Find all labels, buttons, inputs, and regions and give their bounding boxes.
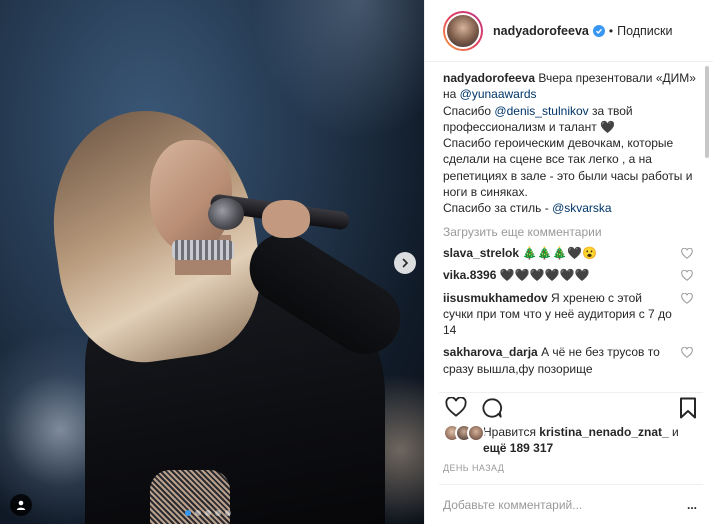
avatar[interactable] xyxy=(443,10,483,51)
post-header: nadyadorofeeva • Подписки xyxy=(425,0,713,62)
verified-badge-icon xyxy=(592,24,605,37)
comment-text: 🎄🎄🎄🖤😮 xyxy=(522,245,598,260)
likes-text: Нравится kristina_nenado_znat_ и ещё 189… xyxy=(483,424,699,456)
carousel-dot xyxy=(205,510,211,516)
carousel-dot xyxy=(195,510,201,516)
chevron-right-icon xyxy=(402,258,409,268)
heart-icon[interactable] xyxy=(445,397,467,417)
comment-username[interactable]: sakharova_darja xyxy=(443,345,538,359)
list-item: iisusmukhamedov Я хренею с этой сучки пр… xyxy=(443,290,699,339)
heart-icon[interactable] xyxy=(681,292,693,304)
microphone-head xyxy=(208,198,244,230)
likes-count-link[interactable]: ещё 189 317 xyxy=(483,441,553,455)
bookmark-icon[interactable] xyxy=(679,397,697,419)
post-photo[interactable] xyxy=(0,0,424,524)
comment-username[interactable]: iisusmukhamedov xyxy=(443,291,548,305)
heart-icon[interactable] xyxy=(681,270,693,282)
post-sidebar: nadyadorofeeva • Подписки nadyadorofeeva… xyxy=(424,0,713,524)
next-photo-button[interactable] xyxy=(394,252,416,274)
likes-prefix: Нравится xyxy=(483,425,536,439)
add-comment-bar: ... xyxy=(439,484,703,524)
comment-username[interactable]: vika.8396 xyxy=(443,268,496,282)
more-options-button[interactable]: ... xyxy=(687,498,703,512)
carousel-dot xyxy=(215,510,221,516)
stage-light xyxy=(250,0,424,140)
comments-list: nadyadorofeeva Вчера презентовали «ДИМ» … xyxy=(443,70,699,388)
post-caption: nadyadorofeeva Вчера презентовали «ДИМ» … xyxy=(443,70,699,217)
caption-mention[interactable]: @skvarska xyxy=(552,201,612,215)
header-separator: • xyxy=(608,23,614,38)
header-username[interactable]: nadyadorofeeva xyxy=(493,24,589,38)
likes-user-link[interactable]: kristina_nenado_znat_ xyxy=(539,425,668,439)
list-item: sakharova_darja А чё не без трусов то ср… xyxy=(443,344,699,377)
carousel-dot-active xyxy=(185,510,191,516)
likes-and: и xyxy=(672,425,679,439)
caption-mention[interactable]: @denis_stulnikov xyxy=(494,104,588,118)
post-timestamp[interactable]: ДЕНЬ НАЗАД xyxy=(443,463,504,473)
caption-mention[interactable]: @yunaawards xyxy=(460,87,537,101)
liker-avatars[interactable] xyxy=(443,424,487,444)
load-more-comments-link[interactable]: Загрузить еще комментарии xyxy=(443,224,699,240)
comment-input[interactable] xyxy=(443,497,687,512)
user-tag-button[interactable] xyxy=(10,494,32,516)
performer-hand xyxy=(262,200,310,238)
heart-icon[interactable] xyxy=(681,347,693,359)
comment-text: 🖤🖤🖤🖤🖤🖤 xyxy=(499,268,590,283)
comment-icon[interactable] xyxy=(481,397,503,419)
avatar xyxy=(467,424,485,442)
list-item: vika.8396 🖤🖤🖤🖤🖤🖤 xyxy=(443,267,699,283)
following-button[interactable]: Подписки xyxy=(617,24,672,38)
comment-username[interactable]: slava_strelok xyxy=(443,246,519,260)
performer-choker xyxy=(172,240,234,260)
carousel-dot xyxy=(225,510,231,516)
heart-icon[interactable] xyxy=(681,247,693,259)
caption-username[interactable]: nadyadorofeeva xyxy=(443,71,535,85)
carousel-indicator xyxy=(185,510,231,516)
list-item: slava_strelok 🎄🎄🎄🖤😮 xyxy=(443,245,699,261)
comments-scrollbar[interactable] xyxy=(705,66,709,158)
caption-text: Спасибо героическим девочкам, которые сд… xyxy=(443,136,693,200)
user-tag-icon xyxy=(16,500,26,510)
caption-text: Спасибо за стиль - xyxy=(443,201,553,216)
likes-summary: Нравится kristina_nenado_znat_ и ещё 189… xyxy=(443,424,699,456)
post-actions xyxy=(439,392,703,422)
caption-text: Спасибо xyxy=(443,103,495,118)
